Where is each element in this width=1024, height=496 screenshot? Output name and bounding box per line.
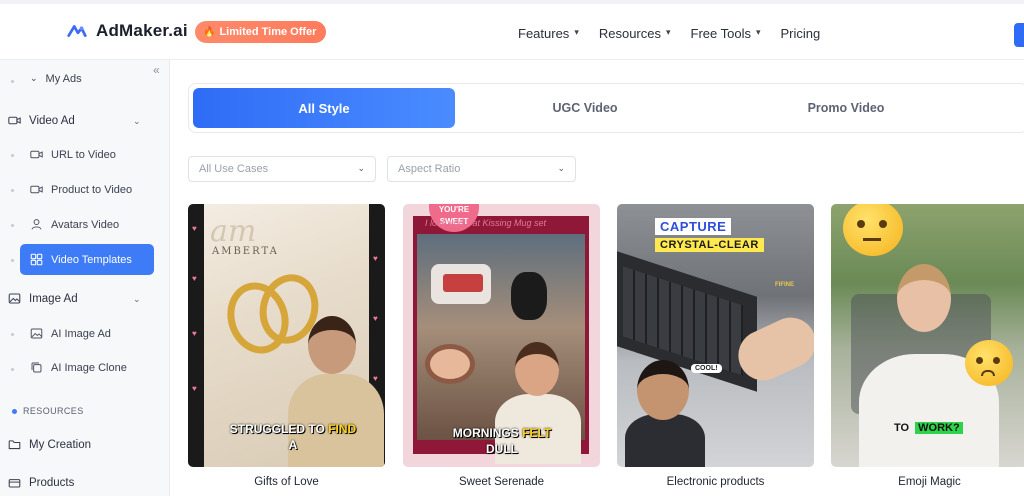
- template-title[interactable]: Electronic products: [617, 476, 814, 488]
- nav-features-label: Features: [518, 26, 570, 41]
- tree-dot: [11, 189, 14, 192]
- card-caption: STRUGGLED TO FIND A: [208, 422, 378, 453]
- template-card-electronic-products[interactable]: CAPTURE CRYSTAL-CLEAR FIFINE COOL!: [617, 204, 814, 467]
- template-card-gifts-of-love[interactable]: ♥ ♥ ♥ ♥ ♥ ♥ ♥ am AMBERTA STRUGGLED TO FI…: [188, 204, 385, 467]
- sidebar-item-label: Avatars Video: [51, 218, 120, 231]
- video-camera-icon: [30, 150, 43, 159]
- sidebar-item-video-ad[interactable]: Video Ad: [8, 114, 75, 127]
- card-brand-subtext: AMBERTA: [212, 246, 279, 257]
- heart-icon: ♥: [192, 384, 197, 393]
- tab-promo-video[interactable]: Promo Video: [746, 88, 946, 128]
- limited-offer-badge[interactable]: 🔥 Limited Time Offer: [195, 21, 327, 43]
- card-caption: MORNINGS FELT DULL: [427, 426, 577, 457]
- user-icon: [31, 219, 42, 230]
- nav-pricing[interactable]: Pricing: [781, 26, 821, 41]
- caption-text: DULL: [486, 441, 518, 456]
- aspect-ratio-placeholder: Aspect Ratio: [398, 163, 461, 175]
- worried-emoji-icon: [965, 340, 1013, 386]
- chevron-down-icon: ▾: [755, 27, 761, 37]
- logo-text: AdMaker.ai: [96, 21, 188, 40]
- sidebar-item-label: URL to Video: [51, 148, 116, 161]
- nav-resources-label: Resources: [598, 26, 661, 41]
- caption-text: MORNINGS: [452, 426, 523, 440]
- card-brand-text: am: [210, 214, 257, 249]
- caption-text: STRUGGLED TO: [229, 422, 329, 436]
- tree-dot: [11, 154, 14, 157]
- template-card-sweet-serenade[interactable]: YOU'RE SWEET I love you Cat Kissing Mug …: [403, 204, 600, 467]
- sidebar-item-url-to-video[interactable]: URL to Video: [30, 148, 116, 161]
- chevron-icon: ⌄: [30, 72, 38, 83]
- nav-resources[interactable]: Resources ▾: [599, 26, 671, 41]
- handwritten-text: I love you Cat Kissing Mug set: [425, 218, 547, 228]
- chevron-down-icon: ▾: [665, 27, 671, 37]
- thinking-emoji-icon: [843, 204, 903, 256]
- headline-capture: CAPTURE: [655, 218, 732, 235]
- cake-slice: [443, 274, 483, 292]
- template-title[interactable]: Sweet Serenade: [403, 476, 600, 488]
- style-tabs: All Style UGC Video Promo Video: [188, 83, 1024, 133]
- tree-dot: [11, 80, 14, 83]
- caption-highlight: WORK?: [915, 422, 963, 434]
- use-cases-dropdown[interactable]: All Use Cases ⌄: [188, 156, 376, 182]
- presenter-head: [637, 360, 689, 420]
- chevron-down-icon[interactable]: ⌄: [133, 116, 141, 127]
- tab-all-style[interactable]: All Style: [193, 88, 455, 128]
- logo[interactable]: AdMaker.ai: [66, 20, 188, 42]
- caption-text: TO: [894, 422, 913, 434]
- sidebar-item-my-ads[interactable]: ⌄ My Ads: [30, 72, 82, 86]
- heart-icon: ♥: [373, 254, 378, 263]
- chevron-down-icon: ⌄: [357, 163, 365, 173]
- cat-mug: [511, 272, 547, 320]
- sidebar: « ⌄ My Ads Video Ad ⌄ URL to Video Produ…: [0, 60, 170, 496]
- sidebar-item-product-to-video[interactable]: Product to Video: [30, 183, 132, 196]
- logo-icon: [67, 25, 87, 37]
- chevron-down-icon: ▾: [574, 27, 579, 37]
- presenter-head: [897, 264, 951, 332]
- sidebar-item-label: My Ads: [45, 73, 82, 85]
- header-cta-button[interactable]: [1014, 23, 1024, 47]
- sidebar-item-label: Video Templates: [51, 253, 132, 266]
- card-caption: TO WORK?: [891, 422, 963, 434]
- main-nav: Features ▾ Resources ▾ Free Tools ▾ Pric…: [518, 26, 820, 41]
- headline-crystal-clear: CRYSTAL-CLEAR: [655, 238, 764, 252]
- sidebar-item-label: Video Ad: [29, 114, 75, 127]
- nav-free-tools[interactable]: Free Tools ▾: [691, 26, 761, 41]
- brand-mark: FIFINE: [775, 282, 794, 288]
- nav-free-tools-label: Free Tools: [690, 26, 751, 41]
- presenter-head: [515, 342, 559, 396]
- template-title[interactable]: Gifts of Love: [188, 476, 385, 488]
- template-card-emoji-magic[interactable]: TO WORK?: [831, 204, 1024, 467]
- nav-pricing-label: Pricing: [780, 26, 821, 41]
- sidebar-item-avatars-video[interactable]: Avatars Video: [30, 218, 119, 231]
- heart-icon: ♥: [192, 274, 197, 283]
- template-title[interactable]: Emoji Magic: [831, 476, 1024, 488]
- video-camera-icon: [30, 185, 43, 194]
- cool-sticker: COOL!: [691, 364, 722, 373]
- caption-highlight: FIND: [328, 422, 357, 436]
- presenter-head: [308, 316, 356, 374]
- video-camera-icon: [8, 116, 21, 125]
- offer-label: Limited Time Offer: [219, 26, 317, 38]
- heart-icon: ♥: [373, 374, 378, 383]
- heart-icon: ♥: [373, 314, 378, 323]
- aspect-ratio-dropdown[interactable]: Aspect Ratio ⌄: [387, 156, 576, 182]
- presenter-body: [625, 414, 705, 467]
- tree-dot: [11, 224, 14, 227]
- sidebar-item-video-templates[interactable]: Video Templates: [20, 244, 154, 275]
- heart-icon: ♥: [192, 224, 197, 233]
- sidebar-item-label: Product to Video: [51, 183, 133, 196]
- chevron-down-icon: ⌄: [557, 163, 565, 173]
- tab-ugc-video[interactable]: UGC Video: [485, 88, 685, 128]
- fire-icon: 🔥: [203, 26, 216, 38]
- coffee-cup: [425, 344, 475, 384]
- caption-highlight: FELT: [522, 426, 552, 440]
- tree-dot: [11, 259, 14, 262]
- heart-icon: ♥: [192, 329, 197, 338]
- nav-features[interactable]: Features ▾: [518, 26, 579, 41]
- top-header: AdMaker.ai 🔥 Limited Time Offer Features…: [0, 0, 1024, 60]
- use-cases-placeholder: All Use Cases: [199, 163, 269, 175]
- template-icon: [30, 253, 43, 266]
- caption-text: A: [288, 437, 298, 452]
- collapse-sidebar-icon[interactable]: «: [153, 63, 160, 77]
